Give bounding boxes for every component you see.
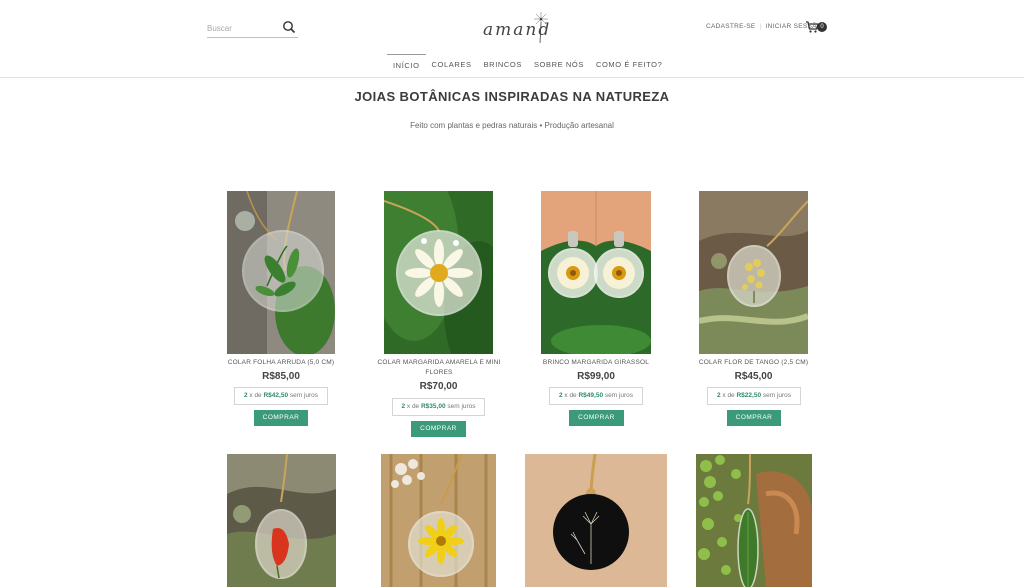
- product-name[interactable]: COLAR FOLHA ARRUDA (5,0 CM): [220, 358, 342, 368]
- installment-value: R$35,00: [420, 403, 446, 410]
- leaf-pendant-image: [696, 454, 812, 587]
- installment-suffix: sem juros: [445, 403, 476, 410]
- logo[interactable]: amand: [483, 10, 553, 46]
- installment-suffix: sem juros: [761, 392, 792, 399]
- buy-button[interactable]: COMPRAR: [727, 410, 781, 426]
- product-price: R$70,00: [419, 381, 458, 392]
- page-title: JOIAS BOTÂNICAS INSPIRADAS NA NATUREZA: [354, 89, 670, 104]
- installment-suffix: sem juros: [603, 392, 634, 399]
- installment-info: 2 x de R$22,50 sem juros: [707, 387, 801, 405]
- cart-count-badge: 0: [817, 22, 827, 32]
- dandelion-logo-icon: [534, 12, 548, 44]
- installment-info: 2 x de R$35,00 sem juros: [392, 398, 485, 416]
- product-image[interactable]: [541, 191, 651, 354]
- nav-item-inicio[interactable]: INÍCIO: [387, 54, 426, 76]
- product-price: R$85,00: [262, 371, 300, 382]
- tango-flower-pendant-image: [699, 191, 808, 354]
- divider: |: [759, 23, 762, 30]
- product-name[interactable]: COLAR FLOR DE TANGO (2,5 CM): [690, 358, 817, 368]
- register-link[interactable]: CADASTRE-SE: [706, 23, 756, 30]
- buy-button[interactable]: COMPRAR: [569, 410, 624, 426]
- installment-text: x de: [247, 392, 264, 399]
- yellow-flower-pendant-image: [381, 454, 496, 587]
- daisy-pendant-image: [384, 191, 493, 354]
- product-image[interactable]: [525, 454, 667, 587]
- nav-item-brincos[interactable]: BRINCOS: [478, 54, 528, 76]
- installment-text: x de: [720, 392, 737, 399]
- product-image[interactable]: [381, 454, 496, 587]
- nav-item-como-e-feito[interactable]: COMO É FEITO?: [590, 54, 668, 76]
- installment-value: R$49,50: [578, 392, 604, 399]
- installment-value: R$22,50: [736, 392, 762, 399]
- product-name[interactable]: COLAR MARGARIDA AMARELA E MINI FLORES: [372, 358, 506, 378]
- installment-info: 2 x de R$42,50 sem juros: [234, 387, 328, 405]
- search-box: [207, 18, 298, 38]
- site-header: amand CADASTRE-SE|INICIAR SESSÃO 0 INÍCI…: [0, 0, 1024, 78]
- product-price: R$45,00: [734, 371, 773, 382]
- search-input[interactable]: [207, 19, 277, 38]
- page-subtitle: Feito com plantas e pedras naturais • Pr…: [410, 121, 614, 130]
- installment-info: 2 x de R$49,50 sem juros: [549, 387, 643, 405]
- product-image[interactable]: [384, 191, 493, 354]
- leaf-pendant-image: [227, 191, 335, 354]
- dandelion-pendant-image: [525, 454, 667, 587]
- product-name[interactable]: BRINCO MARGARIDA GIRASSOL: [531, 358, 661, 368]
- product-image[interactable]: [699, 191, 808, 354]
- nav-item-sobre-nos[interactable]: SOBRE NÓS: [528, 54, 590, 76]
- product-price: R$99,00: [577, 371, 615, 382]
- product-image[interactable]: [227, 191, 335, 354]
- red-flower-pendant-image: [227, 454, 336, 587]
- installment-text: x de: [562, 392, 579, 399]
- cart-button[interactable]: 0: [805, 19, 829, 35]
- installment-suffix: sem juros: [288, 392, 319, 399]
- sunflower-earrings-image: [541, 191, 651, 354]
- product-image[interactable]: [696, 454, 812, 587]
- installment-value: R$42,50: [263, 392, 289, 399]
- main-nav: INÍCIO COLARES BRINCOS SOBRE NÓS COMO É …: [387, 54, 668, 76]
- buy-button[interactable]: COMPRAR: [411, 421, 466, 437]
- product-image[interactable]: [227, 454, 336, 587]
- nav-item-colares[interactable]: COLARES: [426, 54, 478, 76]
- installment-text: x de: [405, 403, 421, 410]
- buy-button[interactable]: COMPRAR: [254, 410, 308, 426]
- search-icon[interactable]: [282, 20, 296, 34]
